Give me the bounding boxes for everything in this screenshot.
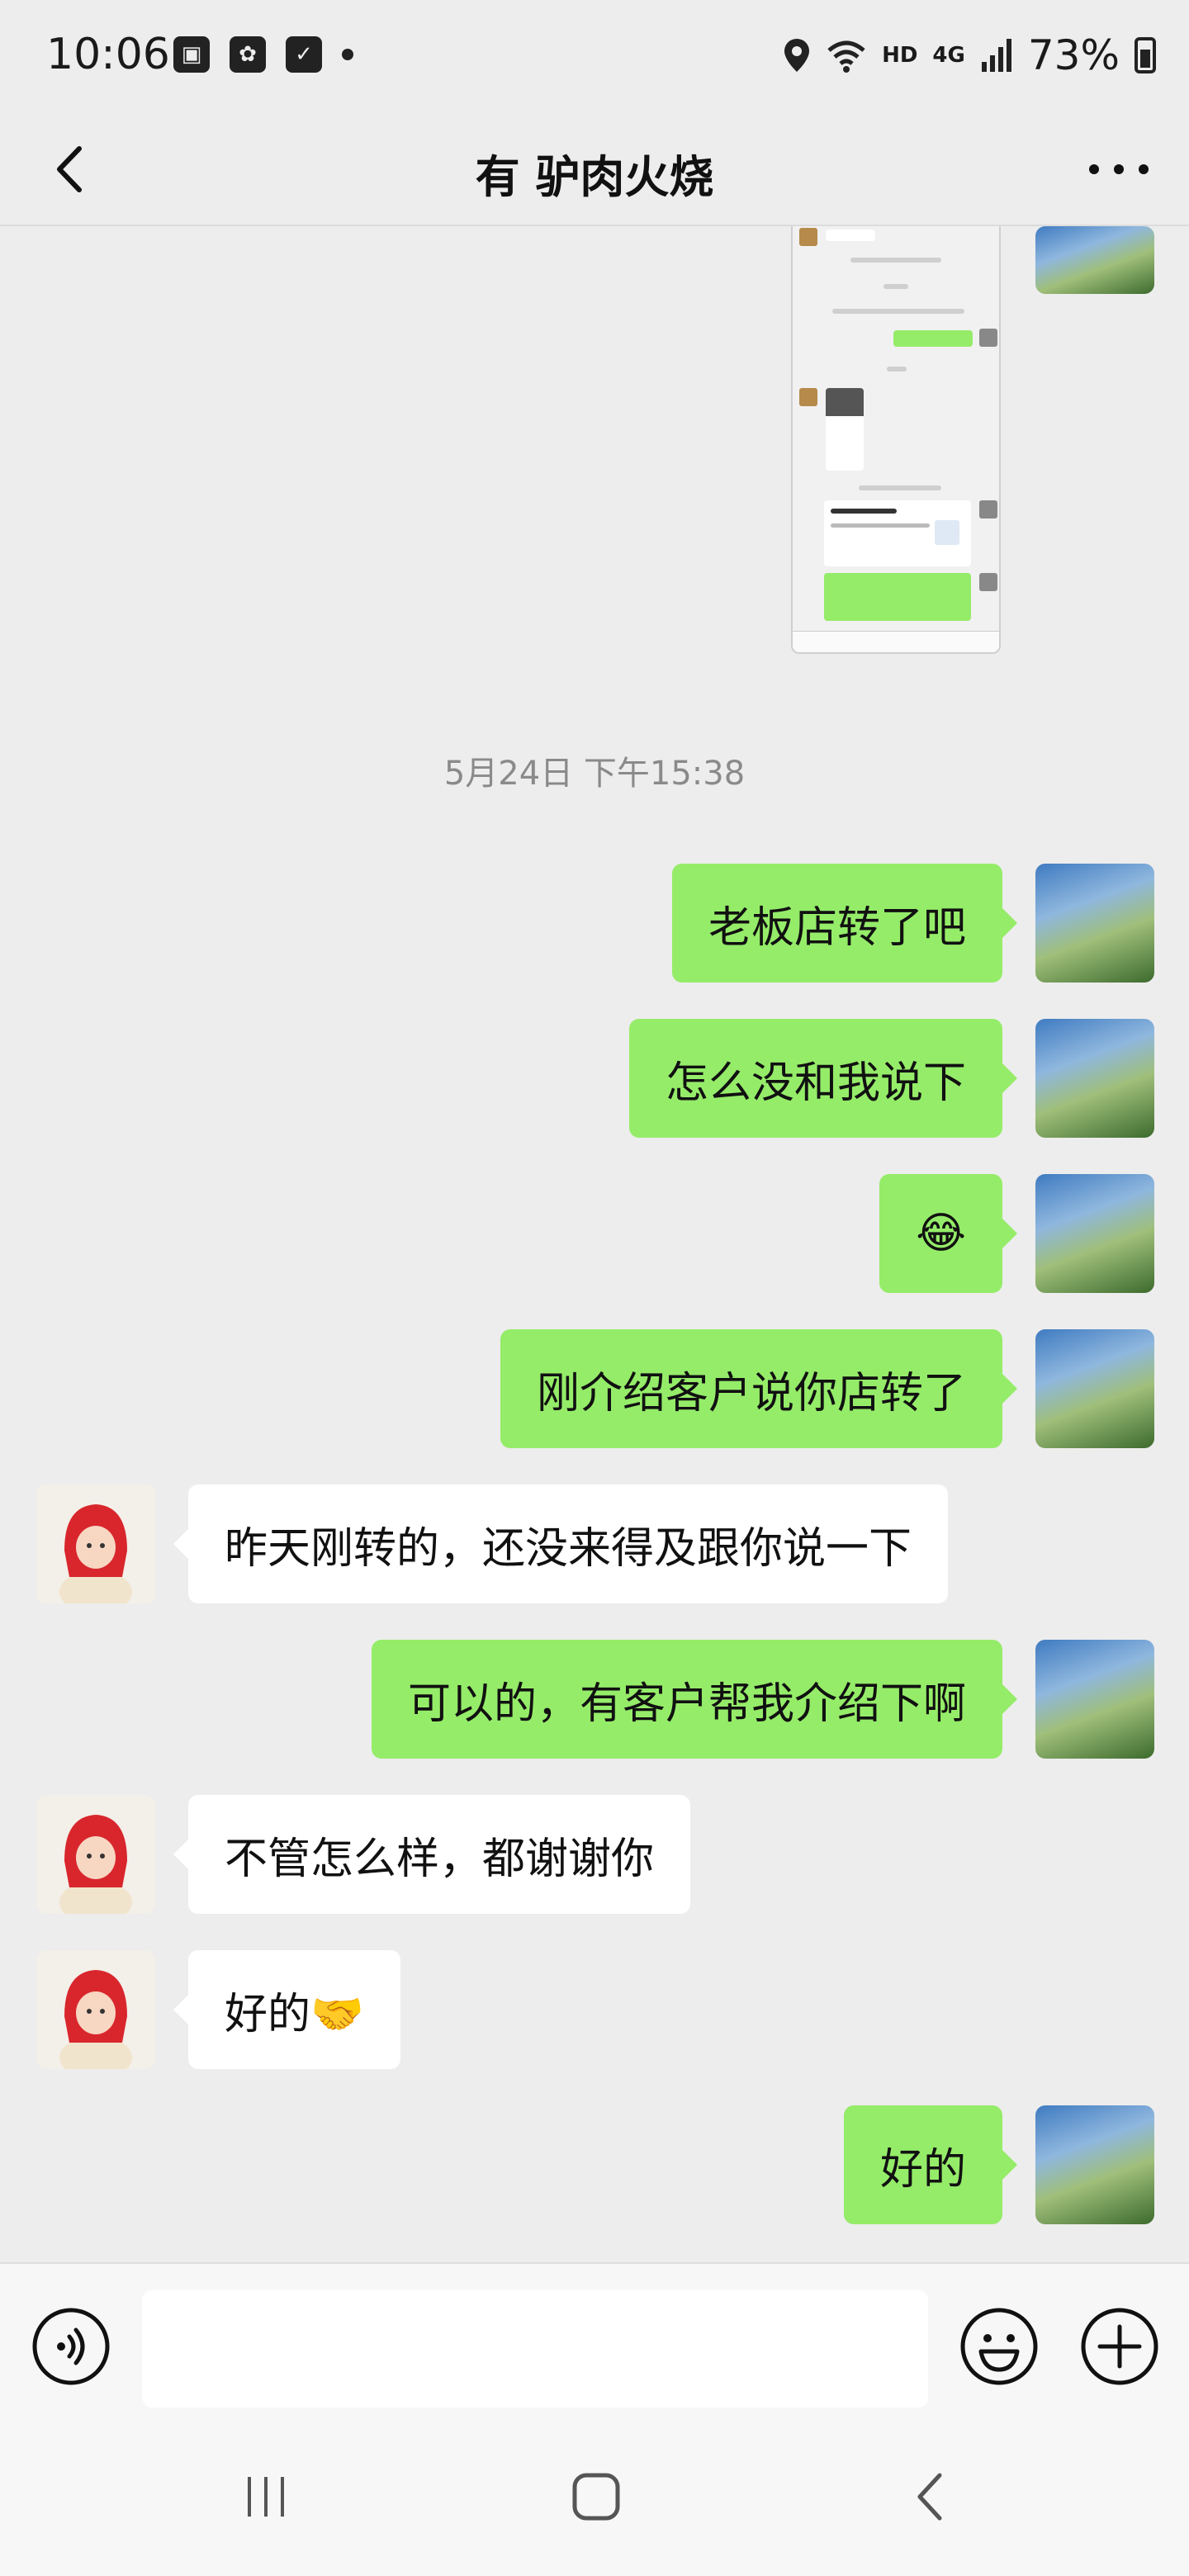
battery-icon xyxy=(1135,37,1156,73)
image-message[interactable] xyxy=(791,226,1001,654)
chat-title: 有 驴肉火烧 xyxy=(475,151,714,203)
message-bubble-received[interactable]: 好的🤝 xyxy=(173,1950,400,2069)
message-input-bar xyxy=(0,2262,1189,2427)
more-notifications-dot xyxy=(342,49,353,60)
gallery-icon: ▣ xyxy=(173,36,210,73)
notification-icons: ▣ ✿ ✓ xyxy=(173,36,353,73)
network-4g-label: 4G xyxy=(932,43,965,68)
my-avatar[interactable] xyxy=(1035,226,1154,294)
system-back-icon[interactable] xyxy=(905,2470,958,2523)
message-bubble-received[interactable]: 不管怎么样，都谢谢你 xyxy=(173,1795,691,1914)
status-right: HD 4G 73% xyxy=(783,31,1156,79)
my-avatar[interactable] xyxy=(1035,864,1154,983)
plus-icon[interactable] xyxy=(1078,2305,1161,2388)
mini-image xyxy=(826,388,864,471)
emoji-icon[interactable] xyxy=(958,2305,1040,2388)
more-options-icon[interactable] xyxy=(1082,140,1156,198)
girl-red-hood-icon xyxy=(36,1485,155,1603)
baidu-icon: ✿ xyxy=(230,36,266,73)
thumb-avatar xyxy=(979,500,997,519)
thumb-avatar xyxy=(979,573,997,591)
my-avatar[interactable] xyxy=(1035,1640,1154,1759)
wifi-icon xyxy=(827,40,865,73)
checkbox-icon: ✓ xyxy=(286,36,322,73)
message-bubble-sent[interactable]: 老板店转了吧 xyxy=(671,864,1018,983)
contact-avatar[interactable] xyxy=(36,1795,155,1914)
battery-percent: 73% xyxy=(1027,31,1120,79)
status-bar: 10:06 ▣ ✿ ✓ HD 4G 73% xyxy=(0,0,1189,116)
my-avatar[interactable] xyxy=(1035,1019,1154,1138)
mini-line xyxy=(832,309,964,314)
recent-apps-icon[interactable] xyxy=(239,2470,292,2523)
my-avatar[interactable] xyxy=(1035,2105,1154,2224)
chat-header: 有 驴肉火烧 xyxy=(0,116,1189,226)
network-hd-label: HD xyxy=(882,43,918,68)
girl-red-hood-icon xyxy=(36,1950,155,2069)
mini-line xyxy=(883,284,908,289)
contact-avatar[interactable] xyxy=(36,1950,155,2069)
message-input[interactable] xyxy=(142,2290,928,2408)
location-icon xyxy=(784,39,810,72)
message-bubble-received[interactable]: 昨天刚转的，还没来得及跟你说一下 xyxy=(173,1485,949,1603)
mini-green-bubble xyxy=(824,573,971,621)
mini-line xyxy=(859,485,941,490)
girl-red-hood-icon xyxy=(36,1795,155,1914)
signal-icon xyxy=(981,39,1011,72)
thumb-avatar xyxy=(979,329,997,347)
contact-avatar[interactable] xyxy=(36,1485,155,1603)
mini-input-bar xyxy=(793,631,999,652)
message-bubble-sent[interactable]: 刚介绍客户说你店转了 xyxy=(500,1329,1018,1448)
voice-input-icon[interactable] xyxy=(30,2305,112,2388)
home-icon[interactable] xyxy=(570,2470,623,2523)
chat-messages[interactable]: 5月24日 下午15:38 老板店转了吧 怎么没和我说下 😂 刚介绍客户说你店转… xyxy=(0,226,1189,2262)
my-avatar[interactable] xyxy=(1035,1174,1154,1293)
message-bubble-sent[interactable]: 怎么没和我说下 xyxy=(628,1019,1018,1138)
mini-location-card xyxy=(824,500,971,566)
mini-bubble xyxy=(826,230,875,241)
message-bubble-sent[interactable]: 可以的，有客户帮我介绍下啊 xyxy=(371,1640,1018,1759)
message-bubble-sent[interactable]: 😂 xyxy=(879,1174,1017,1293)
my-avatar[interactable] xyxy=(1035,1329,1154,1448)
message-bubble-sent[interactable]: 好的 xyxy=(843,2105,1018,2224)
thumb-avatar xyxy=(799,388,817,406)
status-time: 10:06 xyxy=(46,30,170,79)
thumb-avatar xyxy=(799,228,817,246)
message-timestamp: 5月24日 下午15:38 xyxy=(443,755,746,793)
mini-line xyxy=(850,258,941,263)
system-navigation-bar xyxy=(0,2427,1189,2576)
mini-line xyxy=(887,367,907,372)
mini-green-bubble xyxy=(893,330,973,347)
